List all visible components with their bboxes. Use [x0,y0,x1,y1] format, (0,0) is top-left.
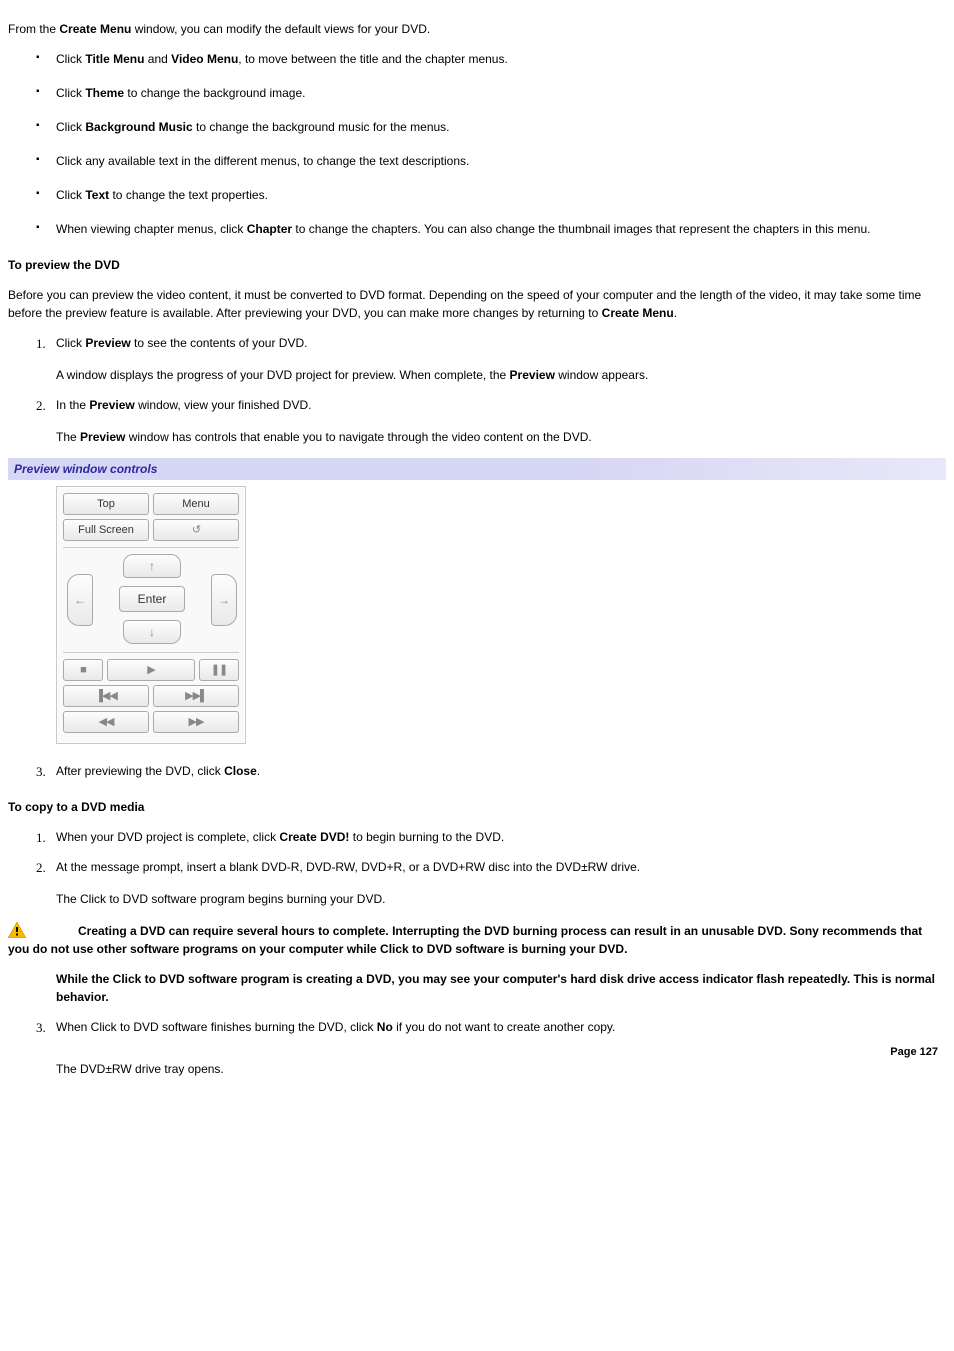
copy-steps: When your DVD project is complete, click… [8,828,946,908]
preview-steps: Click Preview to see the contents of you… [8,334,946,446]
warning-icon [8,922,26,938]
text: The DVD±RW drive tray opens. [56,1060,224,1078]
nav-pad: ↑ ← Enter → ↓ [63,554,239,644]
section-heading-preview: To preview the DVD [8,256,946,274]
warning-paragraph-2: While the Click to DVD software program … [56,970,946,1006]
pause-button[interactable]: ❚❚ [199,659,239,681]
bullet-item: Click Background Music to change the bac… [36,118,946,136]
arrow-up-icon: ↑ [149,557,155,575]
arrow-right-icon: → [218,591,230,609]
page-number: Page 127 [890,1044,938,1061]
list-item: At the message prompt, insert a blank DV… [36,858,946,908]
section-heading-copy: To copy to a DVD media [8,798,946,816]
list-item: In the Preview window, view your finishe… [36,396,946,446]
skip-back-button[interactable]: ▐◀◀ [63,685,149,707]
skip-forward-button[interactable]: ▶▶▌ [153,685,239,707]
preview-intro: Before you can preview the video content… [8,286,946,322]
bullet-item: Click Theme to change the background ima… [36,84,946,102]
intro-paragraph: From the Create Menu window, you can mod… [8,20,946,38]
nav-left-button[interactable]: ← [67,574,93,626]
text-bold: Create Menu [59,22,131,36]
skip-back-icon: ▐◀◀ [95,688,117,705]
rotate-icon: ↺ [192,522,200,539]
arrow-left-icon: ← [74,591,86,609]
preview-steps-cont: After previewing the DVD, click Close. [8,762,946,780]
arrow-down-icon: ↓ [149,623,155,641]
stop-button[interactable]: ■ [63,659,103,681]
list-item: After previewing the DVD, click Close. [36,762,946,780]
bullet-item: When viewing chapter menus, click Chapte… [36,220,946,238]
preview-controls-panel: Top Menu Full Screen ↺ ↑ ← Enter → ↓ ■ ▶… [56,486,246,744]
figure-caption: Preview window controls [8,458,946,480]
create-menu-bullets: Click Title Menu and Video Menu, to move… [8,50,946,238]
bullet-item: Click any available text in the differen… [36,152,946,170]
warning-block: Creating a DVD can require several hours… [8,922,946,1006]
fast-forward-button[interactable]: ▶▶ [153,711,239,733]
pause-icon: ❚❚ [211,662,227,679]
text: window, you can modify the default views… [131,22,430,36]
warning-paragraph-1: Creating a DVD can require several hours… [8,922,946,958]
rewind-icon: ◀◀ [99,714,114,731]
bullet-item: Click Text to change the text properties… [36,186,946,204]
play-icon: ▶ [147,662,154,679]
play-button[interactable]: ▶ [107,659,195,681]
rewind-button[interactable]: ◀◀ [63,711,149,733]
fast-forward-icon: ▶▶ [189,714,204,731]
skip-forward-icon: ▶▶▌ [185,688,207,705]
menu-button[interactable]: Menu [153,493,239,515]
rotate-button[interactable]: ↺ [153,519,239,541]
top-button[interactable]: Top [63,493,149,515]
list-item: When your DVD project is complete, click… [36,828,946,846]
nav-right-button[interactable]: → [211,574,237,626]
nav-up-button[interactable]: ↑ [123,554,181,578]
fullscreen-button[interactable]: Full Screen [63,519,149,541]
enter-button[interactable]: Enter [119,586,185,612]
nav-down-button[interactable]: ↓ [123,620,181,644]
copy-steps-cont: When Click to DVD software finishes burn… [8,1018,946,1068]
bullet-item: Click Title Menu and Video Menu, to move… [36,50,946,68]
text: From the [8,22,59,36]
list-item: Click Preview to see the contents of you… [36,334,946,384]
list-item: When Click to DVD software finishes burn… [36,1018,946,1068]
stop-icon: ■ [80,662,86,679]
